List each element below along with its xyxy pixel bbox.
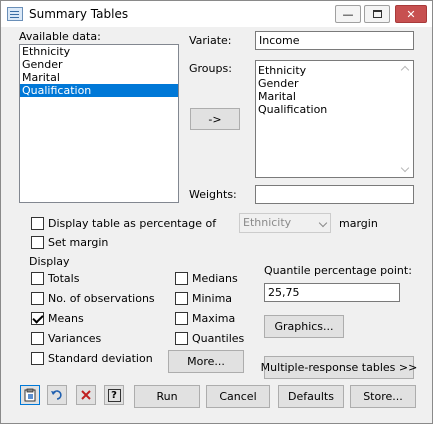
means-label: Means: [48, 312, 84, 325]
close-icon: ✕: [406, 7, 416, 21]
groups-list[interactable]: Ethnicity Gender Marital Qualification: [255, 60, 414, 178]
totals-checkbox[interactable]: Totals: [31, 272, 79, 285]
medians-checkbox[interactable]: Medians: [175, 272, 238, 285]
checkbox-box[interactable]: [175, 312, 188, 325]
checkbox-box[interactable]: [175, 332, 188, 345]
standard-deviation-label: Standard deviation: [48, 352, 153, 365]
minima-label: Minima: [192, 292, 233, 305]
checkbox-box[interactable]: [31, 217, 44, 230]
medians-label: Medians: [192, 272, 238, 285]
groups-scrollbar[interactable]: [397, 61, 413, 177]
minimize-button[interactable]: —: [335, 5, 361, 23]
maxima-checkbox[interactable]: Maxima: [175, 312, 235, 325]
quantile-label: Quantile percentage point:: [264, 264, 412, 277]
title-bar[interactable]: Summary Tables — ✕: [1, 1, 432, 27]
set-margin-label: Set margin: [48, 236, 109, 249]
variances-label: Variances: [48, 332, 102, 345]
help-icon: ?: [107, 388, 121, 402]
totals-label: Totals: [48, 272, 80, 285]
display-group-label: Display: [29, 255, 70, 268]
store-button[interactable]: Store...: [350, 385, 416, 408]
groups-label: Groups:: [189, 62, 232, 75]
list-item[interactable]: Qualification: [256, 103, 413, 116]
means-checkbox[interactable]: Means: [31, 312, 84, 325]
list-item[interactable]: Ethnicity: [20, 45, 178, 58]
checkbox-box[interactable]: [31, 236, 44, 249]
set-margin-checkbox[interactable]: Set margin: [31, 236, 108, 249]
scroll-down-icon[interactable]: [400, 163, 410, 173]
maxima-label: Maxima: [192, 312, 236, 325]
multiple-response-tables-button[interactable]: Multiple-response tables >>: [261, 356, 417, 379]
summary-tables-dialog: Summary Tables — ✕ Available data: Ethni…: [0, 0, 433, 424]
minimize-icon: —: [342, 7, 354, 21]
weights-label: Weights:: [189, 188, 237, 201]
checkbox-box[interactable]: [175, 272, 188, 285]
observations-checkbox[interactable]: No. of observations: [31, 292, 155, 305]
clipboard-icon: [24, 388, 36, 402]
checkbox-box[interactable]: [31, 292, 44, 305]
close-button[interactable]: ✕: [395, 5, 427, 23]
observations-label: No. of observations: [48, 292, 155, 305]
defaults-button[interactable]: Defaults: [278, 385, 344, 408]
margin-factor-value: Ethnicity: [243, 216, 292, 229]
display-percentage-checkbox[interactable]: Display table as percentage of: [31, 217, 216, 230]
list-item[interactable]: Marital: [256, 90, 413, 103]
variate-label: Variate:: [189, 34, 232, 47]
clear-x-icon: [81, 390, 91, 400]
add-to-field-button[interactable]: ->: [190, 108, 240, 130]
variate-field[interactable]: Income: [255, 31, 414, 50]
weights-field[interactable]: [255, 185, 414, 204]
checkbox-box[interactable]: [175, 292, 188, 305]
quantile-field[interactable]: 25,75: [264, 283, 400, 302]
more-button[interactable]: More...: [168, 350, 244, 373]
app-icon: [7, 7, 23, 21]
help-button[interactable]: ?: [104, 385, 124, 405]
quantiles-checkbox[interactable]: Quantiles: [175, 332, 244, 345]
available-data-label: Available data:: [19, 30, 101, 43]
list-item[interactable]: Ethnicity: [256, 64, 413, 77]
display-percentage-label: Display table as percentage of: [48, 217, 217, 230]
clipboard-button[interactable]: [20, 385, 40, 405]
undo-icon: [51, 390, 62, 400]
standard-deviation-checkbox[interactable]: Standard deviation: [31, 352, 153, 365]
chevron-down-icon: [318, 218, 328, 228]
list-item-selected[interactable]: Qualification: [20, 84, 178, 97]
checkbox-box-checked[interactable]: [31, 312, 44, 325]
checkbox-box[interactable]: [31, 352, 44, 365]
available-data-list[interactable]: Ethnicity Gender Marital Qualification: [19, 44, 179, 203]
margin-suffix-label: margin: [339, 217, 378, 230]
undo-button[interactable]: [47, 385, 67, 405]
graphics-button[interactable]: Graphics...: [264, 315, 344, 338]
quantiles-label: Quantiles: [192, 332, 245, 345]
variances-checkbox[interactable]: Variances: [31, 332, 101, 345]
checkbox-box[interactable]: [31, 272, 44, 285]
scroll-up-icon[interactable]: [400, 65, 410, 75]
minima-checkbox[interactable]: Minima: [175, 292, 232, 305]
cancel-button[interactable]: Cancel: [206, 385, 270, 408]
maximize-icon: [372, 10, 382, 18]
checkbox-box[interactable]: [31, 332, 44, 345]
run-button[interactable]: Run: [134, 385, 200, 408]
list-item[interactable]: Marital: [20, 71, 178, 84]
clear-button[interactable]: [76, 385, 96, 405]
list-item[interactable]: Gender: [20, 58, 178, 71]
margin-factor-select: Ethnicity: [239, 213, 331, 233]
list-item[interactable]: Gender: [256, 77, 413, 90]
window-title: Summary Tables: [29, 7, 129, 21]
maximize-button[interactable]: [364, 5, 390, 23]
